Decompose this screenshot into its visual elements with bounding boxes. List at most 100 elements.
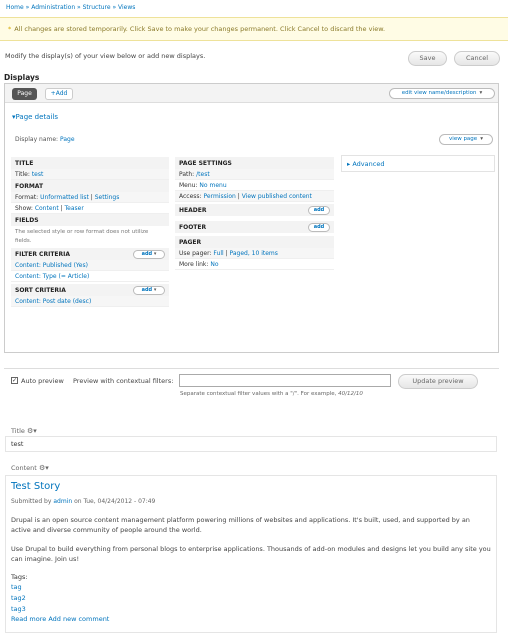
header-heading: HEADER — [179, 207, 207, 214]
tag-link[interactable]: tag2 — [11, 594, 26, 602]
cancel-button[interactable]: Cancel — [454, 51, 500, 66]
format-label: Format: — [15, 194, 39, 201]
page-details-toggle[interactable]: ▾Page details — [12, 113, 58, 121]
pager-extra-link[interactable]: Paged, 10 items — [230, 250, 278, 257]
title-value-link[interactable]: test — [32, 171, 44, 178]
page-settings-head: PAGE SETTINGS — [175, 157, 334, 169]
format-value-link[interactable]: Unformatted list — [40, 194, 89, 201]
filter-add-dropdown[interactable]: add ▾ — [133, 250, 165, 259]
pager-label: Use pager: — [179, 250, 212, 257]
add-comment-link[interactable]: Add new comment — [48, 615, 109, 623]
contextual-filters-label: Preview with contextual filters: — [73, 377, 174, 385]
add-display-button[interactable]: +Add — [45, 88, 73, 100]
author-link[interactable]: admin — [53, 498, 72, 505]
footer-heading: FOOTER — [179, 224, 207, 231]
chevron-down-icon: ▾ — [153, 251, 157, 257]
display-name-label: Display name: — [15, 136, 59, 143]
menu-row: Menu: No menu — [175, 180, 334, 191]
path-link[interactable]: /test — [196, 171, 210, 178]
show-value-link[interactable]: Content — [35, 205, 59, 212]
edit-view-name-dropdown[interactable]: edit view name/description ▾ — [389, 88, 495, 99]
sort-add-dropdown[interactable]: add ▾ — [133, 286, 165, 295]
title-field-text: Title — [11, 427, 25, 435]
chevron-down-icon: ▾ — [480, 136, 483, 142]
show-teaser-link[interactable]: Teaser — [65, 205, 84, 212]
title-label: Title: — [15, 171, 30, 178]
view-page-label: view page — [449, 136, 478, 142]
breadcrumb-views[interactable]: Views — [118, 4, 135, 11]
story-paragraph: Drupal is an open source content managem… — [11, 516, 470, 534]
gear-icon[interactable]: ⚙▾ — [39, 464, 49, 472]
tab-page[interactable]: Page — [12, 88, 37, 100]
save-button[interactable]: Save — [408, 51, 447, 66]
middle-column: PAGE SETTINGS Path: /test Menu: No menu … — [175, 157, 334, 287]
path-label: Path: — [179, 171, 195, 178]
title-field-label: Title ⚙▾ — [11, 427, 37, 435]
header-section-head: HEADER add — [175, 204, 334, 216]
tags-label: Tags: — [11, 573, 28, 581]
access-link[interactable]: Permission — [203, 193, 235, 200]
breadcrumb-structure[interactable]: Structure — [83, 4, 111, 11]
more-link-label: More link: — [179, 261, 209, 268]
footer-add-button[interactable]: add — [308, 223, 330, 232]
breadcrumb-sep: » — [110, 4, 119, 11]
breadcrumb-administration[interactable]: Administration — [31, 4, 75, 11]
tag-link[interactable]: tag — [11, 583, 22, 591]
view-page-dropdown[interactable]: view page ▾ — [439, 134, 493, 145]
pager-link[interactable]: Full — [213, 250, 223, 257]
more-link-row: More link: No — [175, 259, 334, 270]
sort-item[interactable]: Content: Post date (desc) — [11, 296, 169, 307]
page-details-label: Page details — [15, 113, 59, 121]
displays-panel: Page +Add edit view name/description ▾ ▾P… — [4, 83, 499, 353]
show-row: Show: Content | Teaser — [11, 203, 169, 214]
story-title-link[interactable]: Test Story — [11, 481, 60, 492]
update-preview-button[interactable]: Update preview — [398, 374, 478, 389]
sort-add-label: add — [141, 287, 153, 293]
footer-section-head: FOOTER add — [175, 221, 334, 233]
edit-view-label: edit view name/description — [401, 90, 477, 96]
pager-section-head: PAGER — [175, 236, 334, 248]
advanced-toggle[interactable]: ▸ Advanced — [347, 160, 384, 168]
submitted-meta: Submitted by admin on Tue, 04/24/2012 - … — [11, 498, 155, 505]
header-add-button[interactable]: add — [308, 206, 330, 215]
format-row: Format: Unformatted list | Settings — [11, 192, 169, 203]
breadcrumb: Home » Administration » Structure » View… — [6, 4, 135, 11]
sort-heading: SORT CRITERIA — [15, 287, 66, 294]
format-settings-link[interactable]: Settings — [95, 194, 120, 201]
filter-item[interactable]: Content: Type (= Article) — [11, 271, 169, 282]
display-name-link[interactable]: Page — [60, 136, 75, 143]
chevron-down-icon: ▾ — [479, 90, 483, 96]
gear-icon[interactable]: ⚙▾ — [27, 427, 37, 435]
content-field-text: Content — [11, 464, 37, 472]
breadcrumb-home[interactable]: Home — [6, 4, 24, 11]
menu-link[interactable]: No menu — [199, 182, 226, 189]
breadcrumb-sep: » — [75, 4, 83, 11]
intro-text: Modify the display(s) of your view below… — [5, 52, 206, 60]
title-field-value: test — [11, 440, 24, 448]
contextual-filters-input[interactable] — [179, 374, 391, 387]
access-label: Access: — [179, 193, 202, 200]
display-name-row: Display name: Page — [15, 136, 75, 143]
tag-link[interactable]: tag3 — [11, 605, 26, 613]
filter-heading: FILTER CRITERIA — [15, 251, 71, 258]
warning-text: All changes are stored temporarily. Clic… — [14, 25, 386, 33]
access-row: Access: Permission | View published cont… — [175, 191, 334, 202]
access-extra-link[interactable]: View published content — [242, 193, 312, 200]
desc-text: Separate contextual filter values with a… — [180, 391, 337, 397]
submitted-date: on Tue, 04/24/2012 - 07:49 — [74, 498, 156, 505]
title-row: Title: test — [11, 169, 169, 180]
fields-note: The selected style or row format does no… — [15, 229, 149, 244]
chevron-down-icon: ▾ — [153, 287, 157, 293]
filter-add-label: add — [141, 251, 153, 257]
filter-item[interactable]: Content: Published (Yes) — [11, 260, 169, 271]
fields-section-head: FIELDS — [11, 214, 169, 226]
filter-section-head: FILTER CRITERIA add ▾ — [11, 248, 169, 260]
advanced-label: Advanced — [352, 160, 385, 168]
warning-message: * All changes are stored temporarily. Cli… — [0, 17, 508, 41]
auto-preview-label: Auto preview — [21, 377, 64, 385]
auto-preview-checkbox[interactable]: ✓ — [11, 377, 18, 384]
pager-row: Use pager: Full | Paged, 10 items — [175, 248, 334, 259]
story-links: Read more Add new comment — [11, 615, 109, 623]
read-more-link[interactable]: Read more — [11, 615, 46, 623]
more-link-value[interactable]: No — [210, 261, 218, 268]
